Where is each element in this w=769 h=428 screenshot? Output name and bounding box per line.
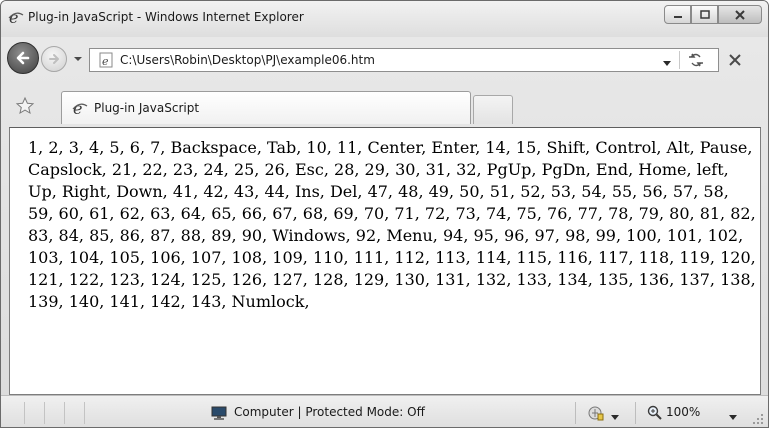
minimize-icon <box>673 15 682 18</box>
favorites-star-icon[interactable] <box>15 96 35 116</box>
back-button[interactable] <box>7 42 39 74</box>
address-dropdown[interactable] <box>662 57 672 66</box>
refresh-icon <box>689 53 703 67</box>
forward-arrow-icon <box>49 54 59 64</box>
browser-window: e Plug-in JavaScript - Windows Internet … <box>0 0 769 428</box>
svg-text:e: e <box>102 55 109 68</box>
refresh-button[interactable] <box>686 51 706 69</box>
window-title: Plug-in JavaScript - Windows Internet Ex… <box>28 10 304 24</box>
status-separator <box>635 402 636 424</box>
status-cell <box>47 402 65 424</box>
security-zone-text[interactable]: Computer | Protected Mode: Off <box>234 405 425 419</box>
zoom-icon[interactable] <box>647 405 663 421</box>
window-controls <box>664 5 762 25</box>
chevron-down-icon <box>74 57 82 61</box>
recent-pages-dropdown[interactable] <box>73 53 83 63</box>
new-tab-button[interactable] <box>473 95 513 124</box>
status-bar: Computer | Protected Mode: Off 100% <box>1 395 768 427</box>
close-icon <box>735 9 745 20</box>
status-cell <box>27 402 45 424</box>
tab-label: Plug-in JavaScript <box>94 101 200 115</box>
navigation-bar: e C:\Users\Robin\Desktop\PJ\example06.ht… <box>1 37 768 85</box>
maximize-button[interactable] <box>691 5 718 24</box>
tab-plugin-javascript[interactable]: e Plug-in JavaScript <box>61 91 471 124</box>
address-url: C:\Users\Robin\Desktop\PJ\example06.htm <box>120 53 375 67</box>
chevron-down-icon <box>663 61 671 66</box>
key-code-list: 1, 2, 3, 4, 5, 6, 7, Backspace, Tab, 10,… <box>28 138 756 311</box>
status-cell <box>67 402 85 424</box>
tab-bar: e Plug-in JavaScript <box>1 85 768 127</box>
chevron-down-icon[interactable] <box>611 410 619 420</box>
title-bar: e Plug-in JavaScript - Windows Internet … <box>1 1 768 37</box>
security-settings-icon[interactable] <box>587 404 605 422</box>
status-separator <box>575 402 576 424</box>
ie-logo-icon: e <box>72 99 88 118</box>
ie-logo-icon: e <box>8 8 24 27</box>
address-separator <box>679 51 680 69</box>
minimize-button[interactable] <box>664 5 691 24</box>
resize-grip-icon[interactable] <box>752 413 764 425</box>
status-cell <box>7 402 25 424</box>
page-icon: e <box>98 52 114 68</box>
computer-icon <box>211 405 227 421</box>
stop-icon <box>729 54 741 66</box>
stop-button[interactable] <box>723 48 747 72</box>
maximize-icon <box>699 9 710 19</box>
zoom-level[interactable]: 100% <box>666 405 700 419</box>
address-bar[interactable]: e C:\Users\Robin\Desktop\PJ\example06.ht… <box>89 48 719 72</box>
forward-button[interactable] <box>41 46 67 72</box>
close-button[interactable] <box>718 5 762 24</box>
page-content: 1, 2, 3, 4, 5, 6, 7, Backspace, Tab, 10,… <box>9 127 761 395</box>
chevron-down-icon[interactable] <box>729 410 737 420</box>
back-arrow-icon <box>16 51 30 65</box>
